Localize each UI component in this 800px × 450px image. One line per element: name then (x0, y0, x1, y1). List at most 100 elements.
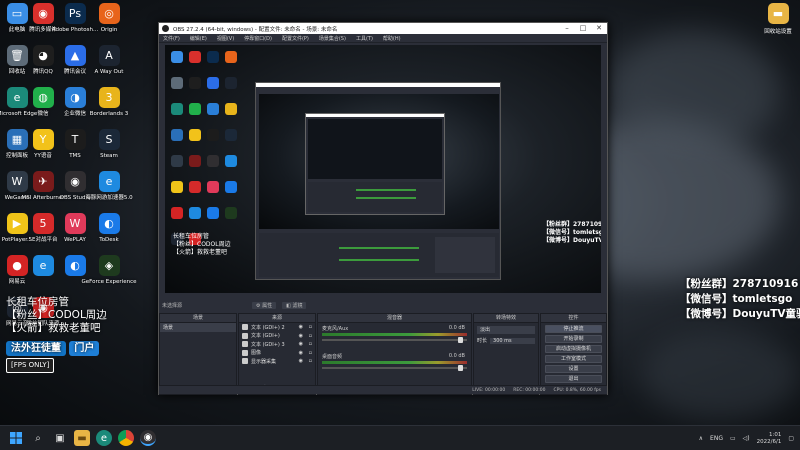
desktop-icon[interactable]: ◈ GeForce Experience (82, 255, 136, 299)
lock-icon[interactable]: ▫ (309, 350, 312, 356)
eye-icon[interactable]: ◉ (299, 350, 303, 356)
transition-select[interactable]: 淡出 (477, 326, 535, 334)
filters-button[interactable]: ◧ 滤镜 (282, 301, 307, 309)
settings-button[interactable]: 设置 (545, 365, 602, 373)
task-view-icon[interactable]: ▣ (52, 430, 68, 446)
volume-icon[interactable]: ◁) (743, 435, 750, 442)
stop-streaming-button[interactable]: 停止推流 (545, 325, 602, 333)
lock-icon[interactable]: ▫ (309, 324, 312, 330)
menu-edit[interactable]: 编辑(E) (190, 35, 207, 42)
edge-icon[interactable]: e (96, 430, 112, 446)
chevron-up-icon[interactable]: ∧ (699, 435, 703, 442)
volume-slider[interactable] (322, 337, 467, 343)
exit-button[interactable]: 退出 (545, 375, 602, 383)
preview-app-icon (189, 207, 201, 219)
obs-window[interactable]: OBS 27.2.4 (64-bit, windows) - 配置文件: 未命名… (158, 22, 608, 395)
search-icon[interactable]: ⌕ (30, 430, 46, 446)
overlay-line: 【火箭】救救老董吧 (173, 249, 228, 256)
studio-mode-button[interactable]: 工作室模式 (545, 355, 602, 363)
desktop-icon[interactable]: ◎ Origin (88, 3, 130, 47)
start-virtual-camera-button[interactable]: 启动虚拟摄像机 (545, 345, 602, 353)
properties-button[interactable]: ⚙ 属性 (252, 301, 277, 309)
desktop-icon-label: Steam (100, 153, 118, 159)
preview-app-icon (225, 181, 237, 193)
source-item[interactable]: 显示器采集 ◉ ▫ (239, 357, 315, 366)
menu-scene-collection[interactable]: 场景集合(S) (319, 35, 346, 42)
preview-app-icon (189, 129, 201, 141)
background-smoke (610, 30, 780, 150)
obs-logo-icon (162, 25, 169, 32)
source-toolbar: 未选择源 ⚙ 属性 ◧ 滤镜 (159, 299, 607, 311)
windows-start-icon[interactable] (8, 430, 24, 446)
close-icon[interactable]: ✕ (591, 23, 607, 34)
desktop-icon[interactable]: S Steam (88, 129, 130, 173)
eye-icon[interactable]: ◉ (299, 324, 303, 330)
scene-item[interactable]: 场景 (160, 323, 236, 332)
fan-sign-badge: 法外狂徒董 (6, 341, 66, 356)
volume-slider[interactable] (322, 365, 467, 371)
language-indicator[interactable]: ENG (710, 435, 723, 442)
duration-input[interactable]: 300 ms (490, 337, 535, 344)
obs-taskbar-icon[interactable]: ◉ (140, 430, 156, 446)
eye-icon[interactable]: ◉ (299, 358, 303, 364)
preview-overlay-left: 长租车位房管 【粉丝】CODOL周边 【火箭】救救老董吧 (173, 233, 263, 257)
overlay-line: 【粉丝】CODOL周边 (6, 309, 107, 321)
menu-tools[interactable]: 工具(T) (356, 35, 373, 42)
menu-view[interactable]: 视图(V) (217, 35, 234, 42)
desktop-icon-label: 微信 (37, 111, 49, 117)
app-icon: A (98, 45, 120, 66)
mixer-dock-title: 混音器 (318, 314, 471, 323)
obs-preview[interactable]: 【粉丝群】278710916 【微信号】tomletsgo 【微博号】Douyu… (165, 45, 601, 293)
clock[interactable]: 1:01 2022/6/1 (757, 432, 782, 446)
menu-help[interactable]: 帮助(H) (383, 35, 401, 42)
nested-obs-window (255, 82, 501, 280)
maximize-icon[interactable]: □ (575, 23, 591, 34)
text-icon (242, 332, 248, 339)
desktop-icon[interactable]: A A Way Out (88, 45, 130, 89)
file-explorer-icon[interactable]: ▬ (74, 430, 90, 446)
preview-app-icon (171, 129, 183, 141)
rec-status: REC: 00:00:00 (513, 387, 546, 393)
preview-app-icon (225, 103, 237, 115)
lock-icon[interactable]: ▫ (309, 341, 312, 347)
audio-meter (322, 361, 467, 364)
preview-app-icon (171, 181, 183, 193)
desktop-icon-label: Origin (100, 27, 118, 33)
menu-file[interactable]: 文件(F) (163, 35, 180, 42)
source-item[interactable]: 文本 (GDI+) 3 ◉ ▫ (239, 340, 315, 349)
menu-docks[interactable]: 停靠窗口(D) (244, 35, 272, 42)
source-item[interactable]: 文本 (GDI+) 2 ◉ ▫ (239, 323, 315, 332)
duration-label: 时长 (477, 338, 488, 344)
app-icon: S (98, 129, 120, 150)
desktop-icon-recycle-right[interactable]: ▬ 回收站设置 (758, 3, 798, 43)
eye-icon[interactable]: ◉ (299, 333, 303, 339)
cpu-status: CPU: 0.8%, 60.00 fps (553, 387, 602, 393)
system-tray: ∧ ENG ▭ ◁) 1:01 2022/6/1 ▢ (699, 426, 794, 450)
desktop-icon[interactable]: 3 Borderlands 3 (88, 87, 130, 131)
menu-profile[interactable]: 配置文件(P) (282, 35, 309, 42)
source-item[interactable]: 图像 ◉ ▫ (239, 349, 315, 358)
minimize-icon[interactable]: – (559, 23, 575, 34)
obs-titlebar[interactable]: OBS 27.2.4 (64-bit, windows) - 配置文件: 未命名… (159, 23, 607, 34)
audio-meter (322, 333, 467, 336)
chrome-icon[interactable] (118, 430, 134, 446)
preview-app-icon (171, 51, 183, 63)
monitor-icon (242, 358, 248, 365)
background-smoke (640, 330, 800, 420)
sources-dock: 来源 文本 (GDI+) 2 ◉ ▫ 文本 (GDI+) ◉ ▫ 文本 (GDI+) 3… (238, 313, 316, 395)
nested-obs-window-inner (305, 113, 445, 215)
lock-icon[interactable]: ▫ (309, 333, 312, 339)
mixer-channel-desktop: 桌面音频 0.0 dB (322, 353, 467, 373)
preview-app-icon (225, 155, 237, 167)
network-icon[interactable]: ▭ (730, 435, 736, 442)
preview-app-icon (225, 207, 237, 219)
notification-icon[interactable]: ▢ (788, 435, 794, 442)
desktop-icon-label: ToDesk (99, 237, 119, 243)
desktop-icon-label: 回收站设置 (764, 29, 792, 35)
desktop-icon[interactable]: e 海豚网游加速器5.0 (85, 171, 133, 215)
desktop-icon[interactable]: ◐ ToDesk (88, 213, 130, 257)
eye-icon[interactable]: ◉ (299, 341, 303, 347)
start-recording-button[interactable]: 开始录制 (545, 335, 602, 343)
lock-icon[interactable]: ▫ (309, 358, 312, 364)
source-item[interactable]: 文本 (GDI+) ◉ ▫ (239, 332, 315, 341)
